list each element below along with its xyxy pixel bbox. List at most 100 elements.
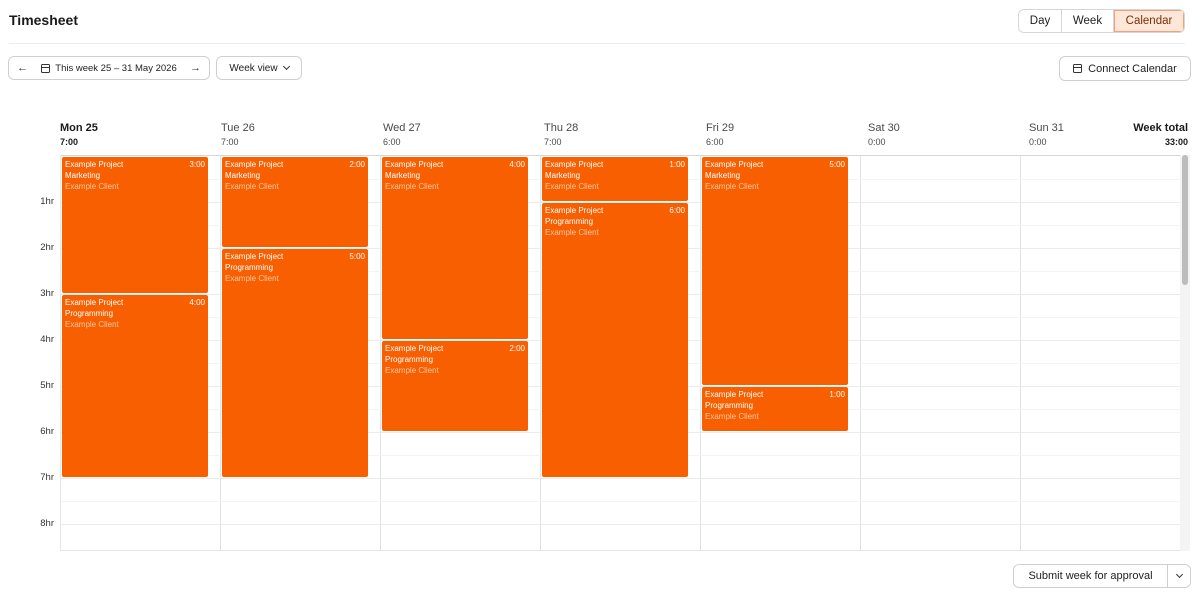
page-title: Timesheet [9,12,78,28]
day-header-wed[interactable]: Wed 27 6:00 [383,122,523,147]
entry-client: Example Client [545,182,599,191]
entry-duration: 4:00 [509,160,525,169]
entry-task: Marketing [225,171,261,180]
time-entry[interactable]: Example Project 3:00 Marketing Example Clie… [62,157,208,293]
day-name: Wed 27 [383,122,421,134]
time-entry[interactable]: Example Project 1:00 Programming Example Cl… [702,387,848,431]
entry-client: Example Client [705,182,759,191]
entry-task: Marketing [385,171,421,180]
view-day-button[interactable]: Day [1019,10,1062,32]
connect-calendar-button[interactable]: Connect Calendar [1059,56,1191,81]
hour-label: 5hr [40,380,54,391]
hour-label: 1hr [40,196,54,207]
day-name: Sat 30 [868,122,900,134]
connect-calendar-label: Connect Calendar [1088,62,1177,75]
view-calendar-button[interactable]: Calendar [1114,10,1184,32]
day-header-thu[interactable]: Thu 28 7:00 [544,122,684,147]
week-range-label: This week 25 – 31 May 2026 [55,62,177,74]
entry-task: Programming [225,263,274,272]
entry-client: Example Client [225,274,279,283]
entry-client: Example Client [65,320,119,329]
submit-split-button: Submit week for approval [1013,564,1191,588]
entry-project: Example Project [65,298,124,307]
day-column-divider [540,156,541,550]
week-view-label: Week view [229,62,278,74]
day-name: Thu 28 [544,122,579,134]
day-column-divider [220,156,221,550]
day-header-mon[interactable]: Mon 25 7:00 [60,122,200,147]
day-total: 7:00 [221,137,239,147]
submit-options-button[interactable] [1168,565,1190,587]
calendar-grid[interactable]: Example Project 3:00 Marketing Example Clie… [60,155,1180,551]
day-header-fri[interactable]: Fri 29 6:00 [706,122,846,147]
day-column-divider [380,156,381,550]
entry-client: Example Client [545,228,599,237]
submit-week-button[interactable]: Submit week for approval [1014,565,1168,587]
day-total: 7:00 [544,137,562,147]
view-week-button[interactable]: Week [1062,10,1114,32]
time-entry[interactable]: Example Project 6:00 Programming Example Cl… [542,203,688,477]
entry-task: Programming [545,217,594,226]
arrow-right-icon[interactable]: → [190,62,201,74]
day-column-divider [1020,156,1021,550]
scrollbar-thumb[interactable] [1182,155,1188,285]
entry-task: Marketing [545,171,581,180]
header-divider [9,43,1185,44]
entry-duration: 2:00 [349,160,365,169]
hour-gridline [61,478,1180,479]
entry-project: Example Project [65,160,124,169]
week-total-label: Week total [1133,122,1188,134]
view-toggle: Day Week Calendar [1018,9,1185,33]
half-hour-gridline [61,501,1180,502]
calendar-icon [1073,64,1083,73]
calendar-icon [41,63,51,73]
week-range-picker[interactable]: This week 25 – 31 May 2026 [28,63,190,74]
entry-task: Programming [705,401,754,410]
day-column-divider [700,156,701,550]
time-entry[interactable]: Example Project 5:00 Programming Example Cl… [222,249,368,477]
chevron-down-icon [1175,570,1183,579]
hour-label: 4hr [40,334,54,345]
entry-project: Example Project [705,160,764,169]
entry-project: Example Project [385,160,444,169]
entry-task: Marketing [705,171,741,180]
entry-duration: 3:00 [189,160,205,169]
time-entry[interactable]: Example Project 2:00 Programming Example Cl… [382,341,528,431]
hour-label: 7hr [40,472,54,483]
entry-task: Programming [385,355,434,364]
hour-gridline [61,524,1180,525]
day-header-tue[interactable]: Tue 26 7:00 [221,122,361,147]
day-name: Fri 29 [706,122,735,134]
entry-task: Marketing [65,171,101,180]
entry-client: Example Client [385,366,439,375]
entry-duration: 2:00 [509,344,525,353]
chevron-down-icon [282,62,290,71]
time-entry[interactable]: Example Project 1:00 Marketing Example Clie… [542,157,688,201]
entry-duration: 5:00 [349,252,365,261]
entry-duration: 5:00 [829,160,845,169]
entry-project: Example Project [705,390,764,399]
day-name: Tue 26 [221,122,255,134]
entry-project: Example Project [225,160,284,169]
entry-client: Example Client [225,182,279,191]
entry-duration: 4:00 [189,298,205,307]
day-total: 7:00 [60,137,79,147]
entry-task: Programming [65,309,114,318]
entry-duration: 1:00 [829,390,845,399]
entry-duration: 1:00 [669,160,685,169]
entry-project: Example Project [225,252,284,261]
day-total: 6:00 [383,137,401,147]
entry-client: Example Client [385,182,439,191]
entry-project: Example Project [545,206,604,215]
entry-client: Example Client [65,182,119,191]
arrow-left-icon[interactable]: ← [17,62,28,74]
day-total: 6:00 [706,137,724,147]
time-entry[interactable]: Example Project 4:00 Marketing Example Clie… [382,157,528,339]
day-header-sat[interactable]: Sat 30 0:00 [868,122,1008,147]
week-navigator: ← This week 25 – 31 May 2026 → [8,56,210,80]
entry-project: Example Project [545,160,604,169]
time-entry[interactable]: Example Project 2:00 Marketing Example Clie… [222,157,368,247]
week-view-dropdown[interactable]: Week view [216,56,302,80]
time-entry[interactable]: Example Project 5:00 Marketing Example Clie… [702,157,848,385]
time-entry[interactable]: Example Project 4:00 Programming Example Cl… [62,295,208,477]
